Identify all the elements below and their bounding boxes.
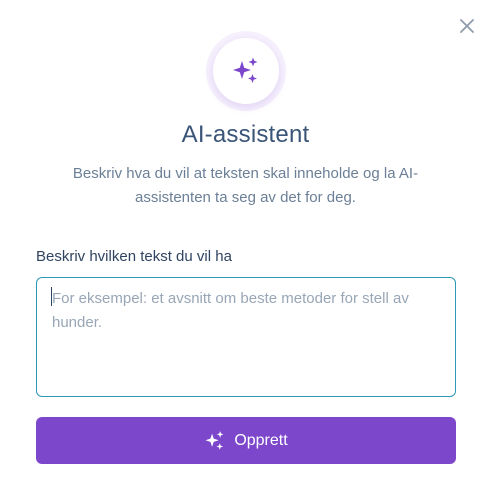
hero-icon-circle — [212, 38, 279, 104]
close-icon — [460, 19, 474, 33]
dialog-title: AI-assistent — [181, 121, 310, 148]
dialog-description: Beskriv hva du vil at teksten skal inneh… — [72, 165, 419, 206]
create-button[interactable]: Opprett — [36, 417, 456, 464]
ai-assistant-dialog: AI-assistent Beskriv hva du vil at tekst… — [0, 0, 491, 500]
text-cursor — [51, 287, 52, 306]
sparkles-icon — [205, 430, 224, 450]
prompt-textarea[interactable] — [36, 277, 456, 397]
close-button[interactable] — [455, 14, 479, 38]
hero-icon-badge — [205, 31, 286, 111]
create-button-label: Opprett — [234, 431, 288, 449]
sparkles-icon — [232, 57, 257, 83]
prompt-field-label: Beskriv hvilken tekst du vil ha — [36, 248, 232, 265]
